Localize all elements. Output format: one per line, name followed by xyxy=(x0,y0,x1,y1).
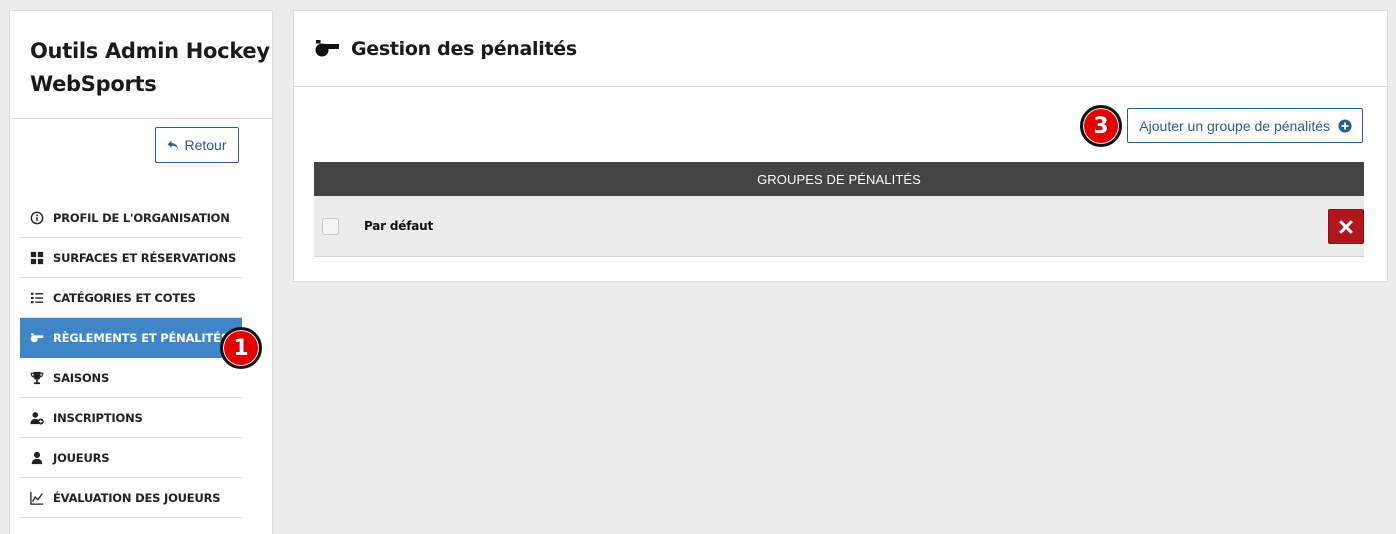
row-label: Par défaut xyxy=(364,219,433,233)
sidebar-item-label: INSCRIPTIONS xyxy=(53,410,143,425)
sidebar-item-surfaces-reservations[interactable]: SURFACES ET RÉSERVATIONS xyxy=(20,238,242,278)
app-title-line-1: Outils Admin Hockey xyxy=(30,39,270,63)
sidebar-header: Outils Admin Hockey WebSports xyxy=(10,11,272,119)
grid-icon xyxy=(29,251,44,265)
list-icon xyxy=(29,291,44,305)
chart-line-icon xyxy=(29,491,44,505)
main-header: Gestion des pénalités xyxy=(294,11,1387,87)
close-icon xyxy=(1339,219,1353,234)
sidebar-item-profil-organisation[interactable]: PROFIL DE L'ORGANISATION xyxy=(20,198,242,238)
reply-arrow-icon xyxy=(168,140,179,150)
main-panel: Gestion des pénalités Ajouter un groupe … xyxy=(293,10,1388,282)
delete-button[interactable] xyxy=(1328,209,1364,244)
annotation-badge-1: 1 xyxy=(220,327,262,369)
whistle-icon xyxy=(29,331,44,345)
back-button-label: Retour xyxy=(184,137,227,153)
sidebar-item-saisons[interactable]: SAISONS xyxy=(20,358,242,398)
trophy-icon xyxy=(29,371,44,385)
sidebar-nav: PROFIL DE L'ORGANISATION SURFACES ET RÉS… xyxy=(20,198,242,518)
annotation-badge-3: 3 xyxy=(1080,105,1122,147)
sidebar-item-label: ÉVALUATION DES JOUEURS xyxy=(53,490,221,505)
table-header-label: GROUPES DE PÉNALITÉS xyxy=(757,171,921,187)
info-circle-icon xyxy=(29,211,44,225)
app-title-line-2: WebSports xyxy=(30,72,157,96)
back-button[interactable]: Retour xyxy=(155,127,239,163)
add-penalty-group-button-label: Ajouter un groupe de pénalités xyxy=(1139,117,1330,134)
penalty-groups-table: GROUPES DE PÉNALITÉS Par défaut xyxy=(314,162,1364,257)
table-header: GROUPES DE PÉNALITÉS xyxy=(314,162,1364,196)
plus-circle-icon xyxy=(1338,118,1352,133)
sidebar-item-reglements-penalites[interactable]: RÈGLEMENTS ET PÉNALITÉS xyxy=(20,318,242,358)
sidebar-item-label: PROFIL DE L'ORGANISATION xyxy=(53,210,230,225)
page-title: Gestion des pénalités xyxy=(351,37,577,60)
sidebar-item-label: RÈGLEMENTS ET PÉNALITÉS xyxy=(53,330,229,345)
sidebar-item-label: SURFACES ET RÉSERVATIONS xyxy=(53,250,237,265)
app-title: Outils Admin Hockey WebSports xyxy=(30,35,272,101)
sidebar-item-label: JOUEURS xyxy=(53,450,110,465)
whistle-icon xyxy=(315,39,339,56)
sidebar-item-label: SAISONS xyxy=(53,370,110,385)
sidebar-item-categories-cotes[interactable]: CATÉGORIES ET COTES xyxy=(20,278,242,318)
sidebar-item-joueurs[interactable]: JOUEURS xyxy=(20,438,242,478)
row-checkbox[interactable] xyxy=(322,217,339,235)
user-plus-icon xyxy=(29,411,44,425)
table-row: Par défaut xyxy=(314,196,1364,257)
add-penalty-group-button[interactable]: Ajouter un groupe de pénalités xyxy=(1127,108,1363,143)
sidebar-item-evaluation-joueurs[interactable]: ÉVALUATION DES JOUEURS xyxy=(20,478,242,518)
sidebar-item-label: CATÉGORIES ET COTES xyxy=(53,290,196,305)
user-icon xyxy=(29,451,44,465)
sidebar-item-inscriptions[interactable]: INSCRIPTIONS xyxy=(20,398,242,438)
